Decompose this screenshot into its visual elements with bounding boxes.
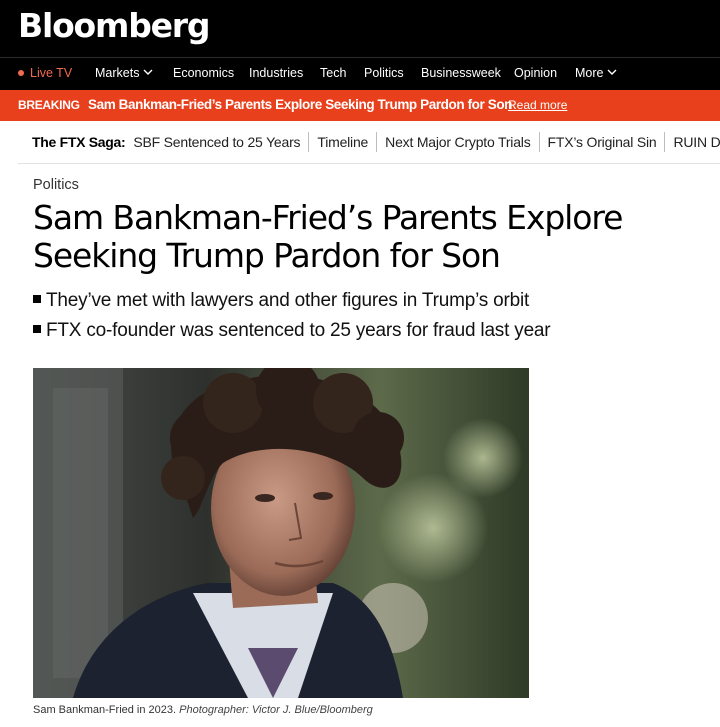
- saga-link-original-sin[interactable]: FTX’s Original Sin: [538, 132, 665, 152]
- nav-industries[interactable]: Industries: [249, 58, 303, 91]
- saga-link-ruin-documentary[interactable]: RUIN Documentary: [664, 132, 720, 152]
- summary-bullet-text: FTX co-founder was sentenced to 25 years…: [46, 320, 551, 341]
- brand-bar: Bloomberg: [0, 0, 720, 57]
- photo-caption: Sam Bankman-Fried in 2023. Photographer:…: [33, 704, 373, 716]
- portrait-illustration: [33, 368, 529, 698]
- saga-link-crypto-trials[interactable]: Next Major Crypto Trials: [376, 132, 538, 152]
- nav-markets-label: Markets: [95, 66, 140, 80]
- nav-more-label: More: [575, 66, 604, 80]
- read-more-link[interactable]: Read more: [508, 90, 567, 120]
- caption-credit: Photographer: Victor J. Blue/Bloomberg: [179, 704, 373, 716]
- caption-text: Sam Bankman-Fried in 2023.: [33, 704, 177, 716]
- article-headline: Sam Bankman-Fried’s Parents Explore Seek…: [33, 198, 623, 275]
- breaking-headline-link[interactable]: Sam Bankman-Fried’s Parents Explore Seek…: [88, 90, 512, 120]
- bullet-square-icon: [33, 325, 41, 333]
- live-dot-icon: [18, 70, 24, 76]
- breaking-banner: BREAKING Sam Bankman-Fried’s Parents Exp…: [0, 90, 720, 121]
- saga-link-sentenced[interactable]: SBF Sentenced to 25 Years: [133, 132, 308, 152]
- bloomberg-logo[interactable]: Bloomberg: [18, 6, 210, 46]
- breaking-tag: BREAKING: [18, 98, 80, 112]
- lead-photo: [33, 368, 529, 698]
- bullet-square-icon: [33, 295, 41, 303]
- summary-bullet: They’ve met with lawyers and other figur…: [33, 286, 550, 316]
- article-kicker[interactable]: Politics: [33, 177, 79, 193]
- article-summary: They’ve met with lawyers and other figur…: [33, 286, 551, 346]
- nav-more[interactable]: More: [575, 58, 617, 91]
- nav-tech[interactable]: Tech: [320, 58, 346, 91]
- nav-politics[interactable]: Politics: [364, 58, 404, 91]
- summary-bullet-text: They’ve met with lawyers and other figur…: [46, 290, 530, 311]
- nav-economics[interactable]: Economics: [173, 58, 234, 91]
- nav-live-label: Live TV: [30, 66, 73, 80]
- nav-live-tv[interactable]: Live TV: [18, 58, 72, 91]
- saga-title: The FTX Saga:: [32, 134, 126, 150]
- saga-link-timeline[interactable]: Timeline: [308, 132, 376, 152]
- summary-bullet: FTX co-founder was sentenced to 25 years…: [33, 316, 551, 346]
- ftx-saga-strip: The FTX Saga: SBF Sentenced to 25 Years …: [18, 121, 720, 164]
- main-nav: Live TV Markets Economics Industries Tec…: [0, 57, 720, 90]
- chevron-down-icon: [143, 69, 153, 75]
- nav-businessweek[interactable]: Businessweek: [421, 58, 501, 91]
- nav-markets[interactable]: Markets: [95, 58, 153, 91]
- chevron-down-icon: [607, 69, 617, 75]
- nav-opinion[interactable]: Opinion: [514, 58, 557, 91]
